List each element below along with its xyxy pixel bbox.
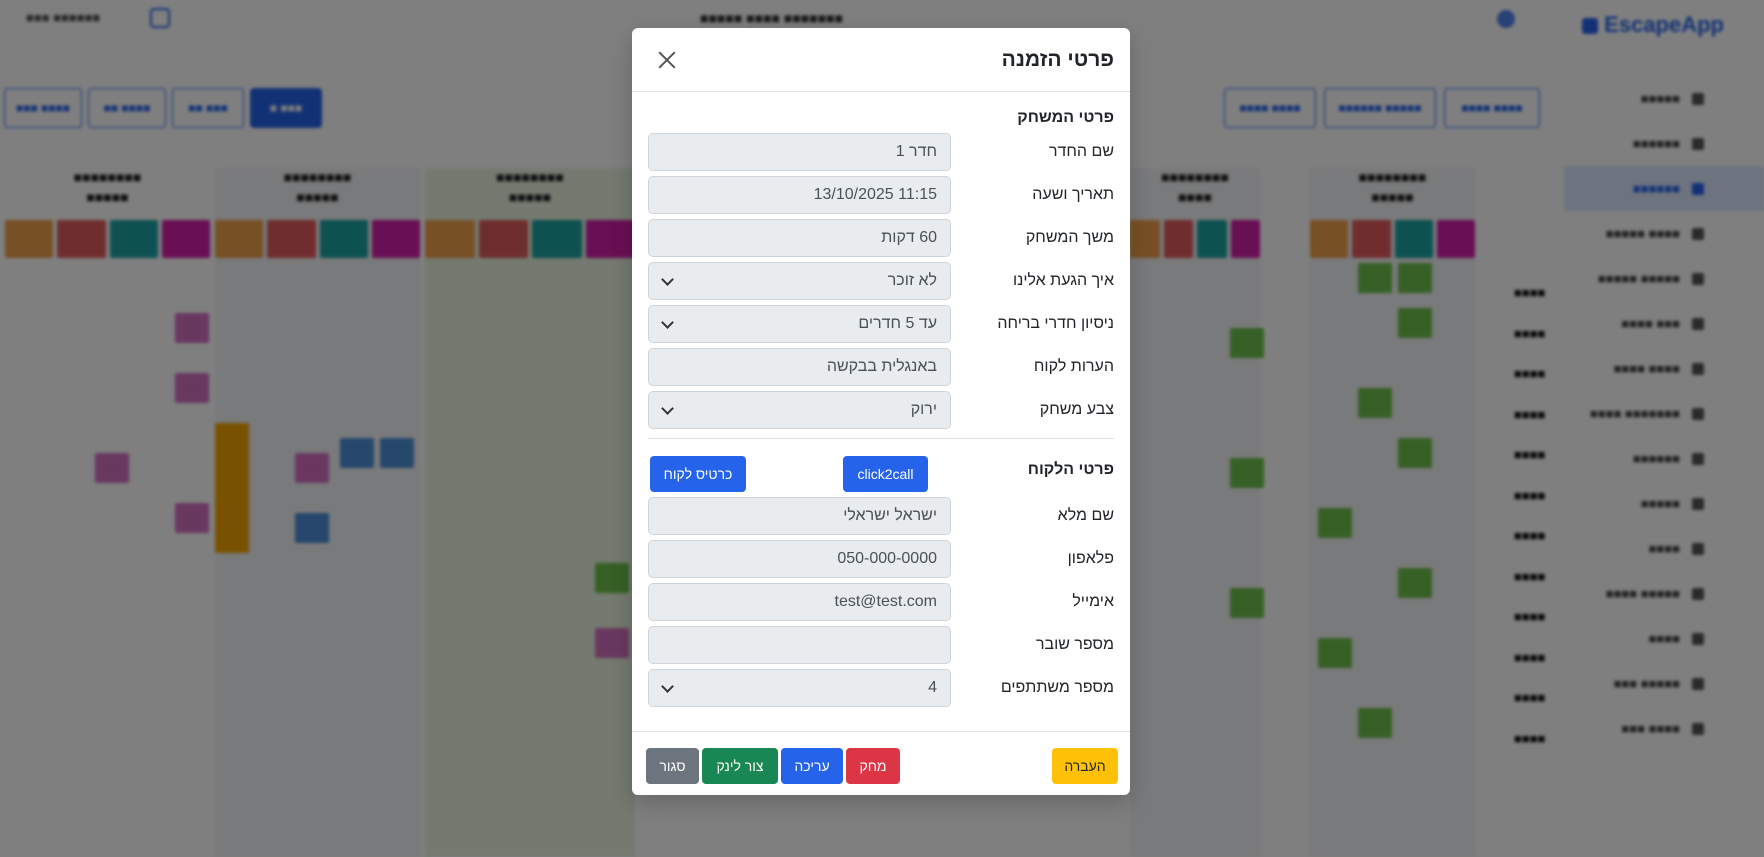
room-name-field[interactable]: חדר 1 bbox=[648, 133, 951, 171]
chevron-down-icon bbox=[661, 402, 674, 415]
participants-label: מספר משתתפים bbox=[1000, 679, 1114, 696]
chevron-down-icon bbox=[661, 680, 674, 693]
game-fields: שם החדר חדר 1 תאריך ושעה 11:15 13/10/202… bbox=[648, 133, 1114, 434]
phone-label: פלאפון bbox=[1067, 550, 1114, 567]
delete-button[interactable]: מחק bbox=[846, 748, 900, 784]
phone-field[interactable]: 050-000-0000 bbox=[648, 540, 951, 578]
field-row-full-name: שם מלא ישראל ישראלי bbox=[648, 497, 1114, 540]
duration-label: משך המשחק bbox=[1025, 229, 1114, 246]
modal-footer: העברה מחק עריכה צור לינק סגור bbox=[632, 731, 1130, 795]
customer-section-header: פרטי הלקוח click2call כרטיס לקוח bbox=[648, 439, 1114, 497]
modal-title: פרטי הזמנה bbox=[1001, 47, 1114, 71]
edit-button[interactable]: עריכה bbox=[781, 748, 843, 784]
participants-select[interactable]: 4 bbox=[648, 669, 951, 707]
transfer-button[interactable]: העברה bbox=[1052, 748, 1118, 784]
experience-select[interactable]: עד 5 חדרים bbox=[648, 305, 951, 343]
email-label: אימייל bbox=[1072, 593, 1114, 610]
field-row-participants: מספר משתתפים 4 bbox=[648, 669, 1114, 712]
field-row-datetime: תאריך ושעה 11:15 13/10/2025 bbox=[648, 176, 1114, 219]
datetime-field[interactable]: 11:15 13/10/2025 bbox=[648, 176, 951, 214]
referral-select[interactable]: לא זוכר bbox=[648, 262, 951, 300]
modal-body: פרטי המשחק שם החדר חדר 1 תאריך ושעה 11:1… bbox=[632, 109, 1130, 712]
field-row-referral: איך הגעת אלינו לא זוכר bbox=[648, 262, 1114, 305]
field-row-voucher: מספר שובר bbox=[648, 626, 1114, 669]
voucher-field[interactable] bbox=[648, 626, 951, 664]
full-name-label: שם מלא bbox=[1057, 507, 1114, 524]
close-button[interactable]: סגור bbox=[646, 748, 699, 784]
chevron-down-icon bbox=[661, 316, 674, 329]
customer-fields: שם מלא ישראל ישראלי פלאפון 050-000-0000 … bbox=[648, 497, 1114, 712]
referral-label: איך הגעת אלינו bbox=[1012, 272, 1114, 289]
booking-details-modal: פרטי הזמנה פרטי המשחק שם החדר חדר 1 תארי… bbox=[632, 28, 1130, 795]
customer-card-button[interactable]: כרטיס לקוח bbox=[650, 456, 746, 492]
room-name-label: שם החדר bbox=[1048, 143, 1114, 160]
full-name-field[interactable]: ישראל ישראלי bbox=[648, 497, 951, 535]
game-color-select[interactable]: ירוק bbox=[648, 391, 951, 429]
email-field[interactable]: test@test.com bbox=[648, 583, 951, 621]
field-row-customer-notes: הערות לקוח באנגלית בבקשה bbox=[648, 348, 1114, 391]
close-icon[interactable] bbox=[652, 45, 682, 75]
field-row-duration: משך המשחק 60 דקות bbox=[648, 219, 1114, 262]
click2call-button[interactable]: click2call bbox=[843, 456, 928, 492]
modal-header: פרטי הזמנה bbox=[632, 28, 1130, 92]
experience-label: ניסיון חדרי בריחה bbox=[997, 315, 1114, 332]
customer-notes-field[interactable]: באנגלית בבקשה bbox=[648, 348, 951, 386]
customer-notes-label: הערות לקוח bbox=[1033, 358, 1114, 375]
field-row-game-color: צבע משחק ירוק bbox=[648, 391, 1114, 434]
create-link-button[interactable]: צור לינק bbox=[702, 748, 778, 784]
voucher-label: מספר שובר bbox=[1035, 636, 1114, 653]
chevron-down-icon bbox=[661, 273, 674, 286]
field-row-phone: פלאפון 050-000-0000 bbox=[648, 540, 1114, 583]
game-color-label: צבע משחק bbox=[1039, 401, 1114, 418]
field-row-room-name: שם החדר חדר 1 bbox=[648, 133, 1114, 176]
game-section-title: פרטי המשחק bbox=[1017, 109, 1114, 126]
datetime-label: תאריך ושעה bbox=[1032, 186, 1114, 203]
customer-section-title: פרטי הלקוח bbox=[1027, 461, 1114, 478]
field-row-experience: ניסיון חדרי בריחה עד 5 חדרים bbox=[648, 305, 1114, 348]
duration-field[interactable]: 60 דקות bbox=[648, 219, 951, 257]
field-row-email: אימייל test@test.com bbox=[648, 583, 1114, 626]
